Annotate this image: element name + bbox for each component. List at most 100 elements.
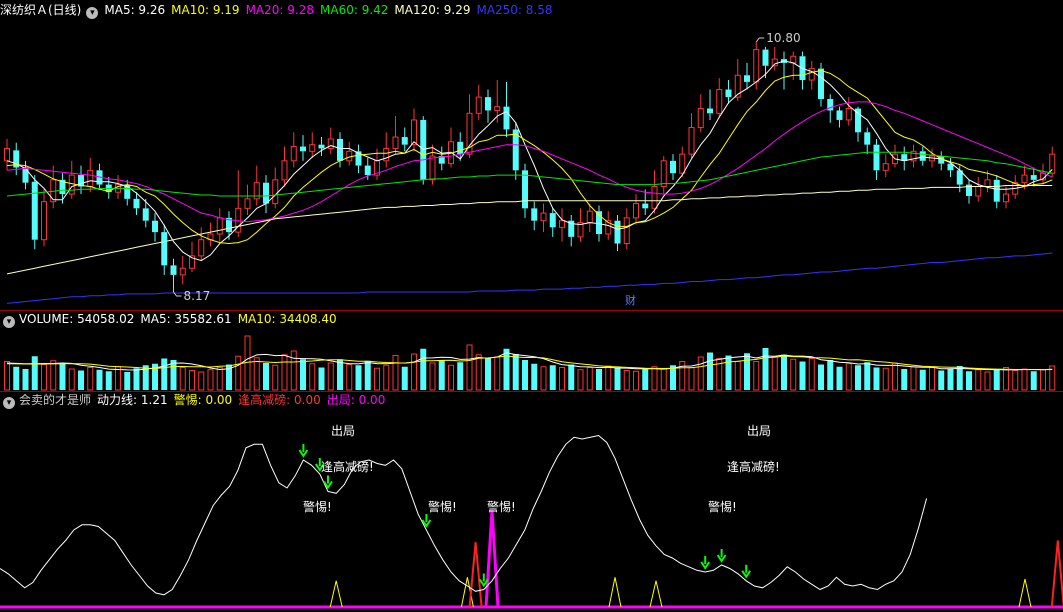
candle-up bbox=[272, 167, 279, 209]
candle-body bbox=[919, 151, 926, 161]
high-annotation: 10.80 bbox=[755, 31, 801, 45]
volume-bar-down bbox=[947, 369, 954, 390]
volume-bar-down bbox=[401, 366, 408, 390]
volume-bar-up bbox=[179, 367, 186, 391]
volume-bar-down bbox=[596, 369, 602, 390]
price-panel: 深纺织Ａ(日线) ▾ MA5: 9.26 MA10: 9.19 MA20: 9.28 MA… bbox=[0, 0, 1063, 310]
volume-bar-up bbox=[929, 367, 935, 391]
volume-bar-up bbox=[697, 356, 704, 391]
indicator-chart[interactable]: 出局 出局逢高减磅! 逢高减磅! 警惕! 警惕! 警惕! 警惕! bbox=[0, 392, 1063, 612]
volume-bar-up bbox=[845, 363, 852, 391]
volume-bar-up bbox=[346, 364, 353, 391]
chevron-down-icon[interactable]: ▾ bbox=[3, 397, 15, 409]
volume-bar-down bbox=[725, 355, 732, 390]
volume-bar-up bbox=[448, 364, 454, 391]
price-chart[interactable]: 10.80 8.17 财 bbox=[0, 0, 1063, 310]
volume-bar-down bbox=[568, 364, 575, 390]
candle-up bbox=[892, 144, 898, 168]
volume-bar-down bbox=[827, 360, 834, 390]
volume-bar-down bbox=[873, 367, 880, 390]
alert-label: 警惕! bbox=[303, 499, 332, 514]
candle-body bbox=[864, 132, 871, 145]
indicator-legend: ▾ 会卖的才是师 动力线: 1.21 警惕: 0.00 逢高减磅: 0.00 出局: 0.… bbox=[0, 392, 391, 409]
candle-down bbox=[318, 137, 325, 157]
candle-body bbox=[1030, 175, 1037, 180]
candle-up bbox=[392, 116, 399, 155]
stock-title[interactable]: 深纺织Ａ(日线) bbox=[0, 3, 81, 17]
volume-bar-up bbox=[4, 361, 10, 391]
volume-bar-down bbox=[1030, 371, 1037, 390]
legend-alert: 警惕: 0.00 bbox=[173, 393, 233, 407]
candle-down bbox=[873, 138, 880, 180]
volume-bar-down bbox=[485, 358, 491, 390]
volume-bar-down bbox=[170, 360, 177, 390]
volume-bar-down bbox=[337, 359, 343, 390]
chevron-down-icon[interactable]: ▾ bbox=[3, 316, 15, 328]
candle-down bbox=[670, 154, 676, 180]
candle-body bbox=[68, 174, 75, 195]
candle-up bbox=[845, 97, 852, 126]
candle-body bbox=[364, 165, 371, 176]
candle-body bbox=[1049, 153, 1056, 174]
candle-down bbox=[485, 89, 491, 123]
volume-bar-up bbox=[892, 362, 898, 391]
volume-bar-up bbox=[1040, 369, 1046, 391]
chevron-down-icon[interactable]: ▾ bbox=[86, 7, 99, 19]
exit-spike bbox=[484, 510, 500, 608]
volume-bar-down bbox=[512, 354, 519, 390]
volume-bar-up bbox=[651, 366, 658, 391]
legend-ma120: MA120: 9.29 bbox=[394, 3, 471, 17]
candle-body bbox=[457, 141, 464, 155]
volume-bar-down bbox=[707, 352, 713, 390]
volume-bar-up bbox=[882, 367, 889, 391]
volume-bar-down bbox=[901, 369, 908, 390]
volume-bar-up bbox=[660, 368, 667, 391]
legend-ma20: MA20: 9.28 bbox=[245, 3, 314, 17]
candle-body bbox=[651, 185, 658, 209]
candle-down bbox=[531, 201, 538, 231]
volume-bar-up bbox=[309, 363, 316, 391]
candle-up bbox=[383, 132, 390, 168]
legend-vol-ma5: MA5: 35582.61 bbox=[140, 312, 232, 326]
indicator-panel: ▾ 会卖的才是师 动力线: 1.21 警惕: 0.00 逢高减磅: 0.00 出局: 0.… bbox=[0, 392, 1063, 612]
candle-up bbox=[448, 127, 454, 168]
candle-body bbox=[503, 106, 510, 130]
volume-bar-up bbox=[975, 369, 982, 391]
candle-body bbox=[540, 212, 547, 222]
candle-down bbox=[799, 51, 806, 90]
volume-bar-down bbox=[318, 367, 325, 390]
candle-body bbox=[707, 108, 713, 114]
candle-up bbox=[411, 108, 417, 152]
candle-body bbox=[901, 154, 908, 161]
candle-up bbox=[975, 176, 982, 202]
volume-bar-down bbox=[420, 348, 427, 390]
candle-body bbox=[1003, 193, 1009, 203]
candle-up bbox=[660, 156, 667, 195]
alert-spike bbox=[1018, 578, 1032, 608]
volume-bar-down bbox=[133, 368, 140, 390]
candle-body bbox=[22, 167, 29, 183]
candle-down bbox=[614, 215, 621, 252]
legend-ma5: MA5: 9.26 bbox=[104, 3, 166, 17]
candle-body bbox=[559, 220, 565, 228]
volume-bar-up bbox=[411, 353, 417, 391]
candle-up bbox=[688, 113, 695, 158]
candle-down bbox=[568, 215, 575, 247]
candle-body bbox=[300, 146, 306, 152]
power-line-path bbox=[0, 434, 928, 596]
candle-body bbox=[161, 232, 168, 266]
financial-report-marker[interactable]: 财 bbox=[625, 293, 636, 307]
candle-body bbox=[244, 198, 251, 209]
candle-up bbox=[697, 94, 704, 133]
volume-bar-up bbox=[198, 371, 205, 391]
candle-body bbox=[993, 179, 1000, 202]
candle-body bbox=[87, 169, 94, 187]
candle-up bbox=[771, 46, 778, 71]
candle-down bbox=[263, 175, 269, 214]
candle-body bbox=[614, 220, 621, 244]
reduce-spike bbox=[1050, 540, 1063, 608]
volume-panel: ▾ VOLUME: 54058.02 MA5: 35582.61 MA10: 3440… bbox=[0, 311, 1063, 391]
legend-vol-ma10: MA10: 34408.40 bbox=[237, 312, 337, 326]
candle-down bbox=[152, 213, 158, 242]
volume-bar-up bbox=[494, 356, 501, 391]
